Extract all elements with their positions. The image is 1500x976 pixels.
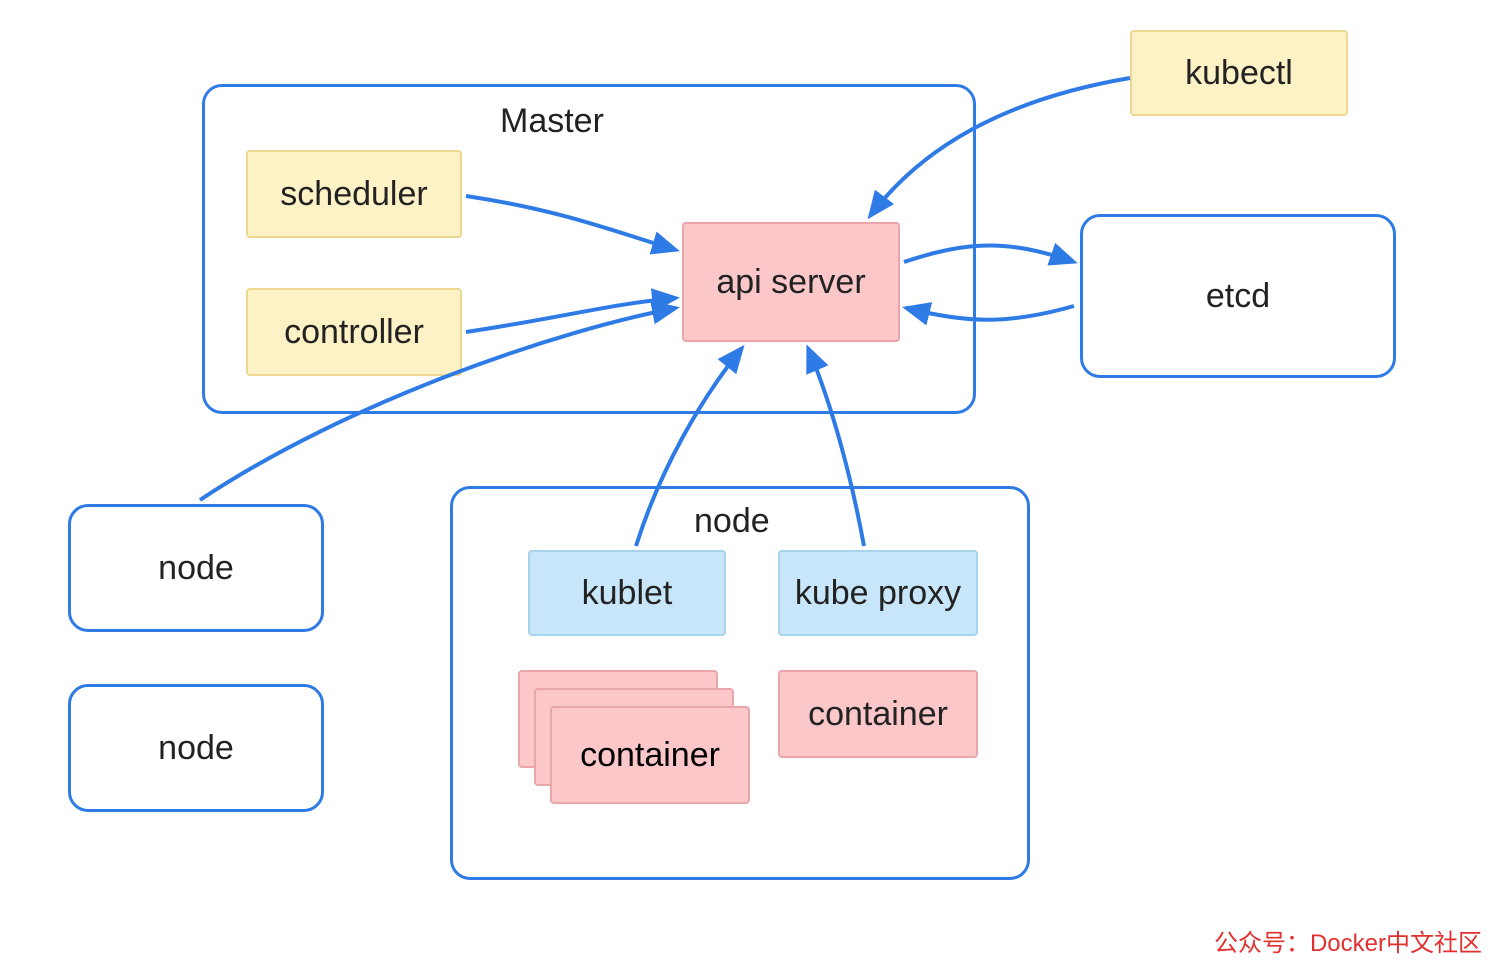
container-stack-label: container: [580, 736, 720, 775]
watermark-text: 公众号：Docker中文社区: [1214, 923, 1482, 958]
scheduler-box: scheduler: [246, 150, 462, 238]
etcd-box: etcd: [1080, 214, 1396, 378]
container-single-label: container: [808, 695, 948, 734]
node-left-1-label: node: [158, 549, 234, 588]
container-single-box: container: [778, 670, 978, 758]
container-stack-layer-1: container: [550, 706, 750, 804]
api-server-box: api server: [682, 222, 900, 342]
master-title: Master: [500, 102, 604, 141]
controller-box: controller: [246, 288, 462, 376]
controller-label: controller: [284, 313, 424, 352]
kube-proxy-label: kube proxy: [795, 574, 961, 613]
etcd-label: etcd: [1206, 277, 1270, 316]
scheduler-label: scheduler: [280, 175, 427, 214]
kublet-label: kublet: [582, 574, 673, 613]
node-left-2: node: [68, 684, 324, 812]
api-server-label: api server: [716, 263, 865, 302]
node-left-1: node: [68, 504, 324, 632]
node-left-2-label: node: [158, 729, 234, 768]
kube-proxy-box: kube proxy: [778, 550, 978, 636]
node-main-title: node: [694, 502, 770, 541]
kublet-box: kublet: [528, 550, 726, 636]
kubectl-box: kubectl: [1130, 30, 1348, 116]
container-stack: container: [518, 670, 750, 804]
kubectl-label: kubectl: [1185, 54, 1293, 93]
